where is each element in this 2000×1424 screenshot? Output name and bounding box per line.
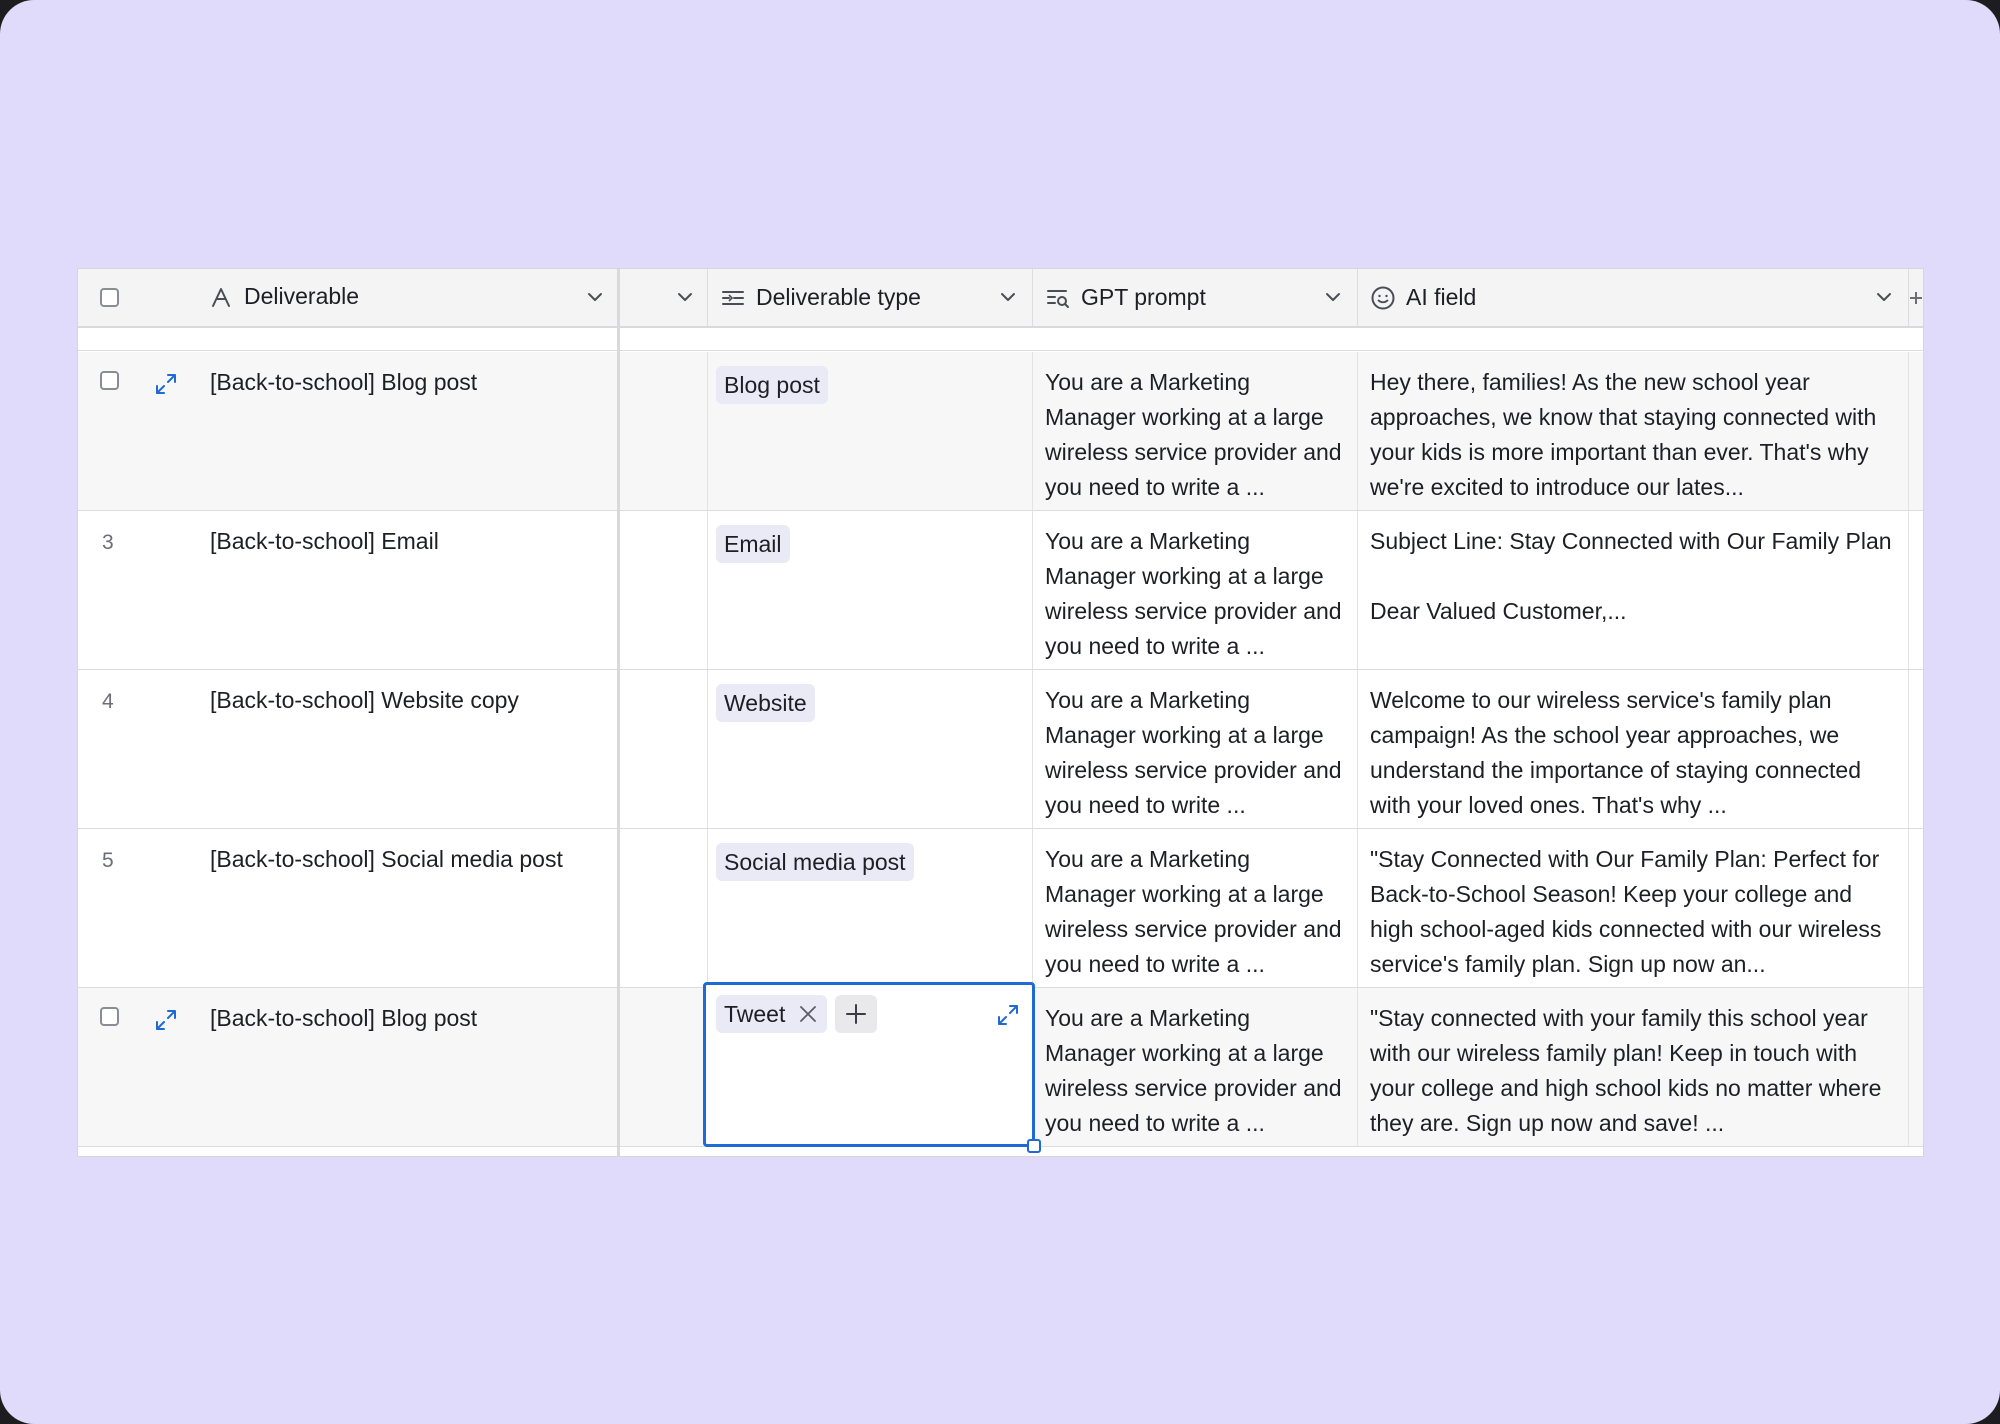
deliverable-text: [Back-to-school] Blog post (210, 369, 478, 395)
tweet-pill-label: Tweet (724, 1000, 786, 1027)
header-ai-field[interactable]: AI field (1358, 269, 1909, 326)
gpt-prompt-cell[interactable]: You are a Marketing Manager working at a… (1033, 511, 1358, 669)
gpt-prompt-cell[interactable]: You are a Marketing Manager working at a… (1033, 829, 1358, 987)
deliverable-type-cell[interactable]: Social media post (708, 829, 1033, 987)
table-row[interactable]: 5 [Back-to-school] Social media post Soc… (78, 829, 1923, 988)
deliverable-cell[interactable]: [Back-to-school] Blog post (78, 988, 617, 1146)
ai-field-text: "Stay Connected with Our Family Plan: Pe… (1370, 846, 1888, 977)
header-deliverable-type[interactable]: Deliverable type (708, 269, 1033, 326)
ai-field-text: Hey there, families! As the new school y… (1370, 369, 1883, 500)
expand-record-icon[interactable] (154, 372, 178, 396)
header-hidden-column[interactable] (620, 269, 708, 326)
type-pill: Email (716, 525, 790, 563)
grid-header: Deliverable Deliverable type GPT prompt … (78, 269, 1923, 328)
header-deliverable-type-label: Deliverable type (756, 284, 921, 310)
data-grid: Deliverable Deliverable type GPT prompt … (77, 268, 1924, 1157)
gpt-prompt-text: You are a Marketing Manager working at a… (1045, 528, 1348, 659)
deliverable-type-cell[interactable]: Blog post (708, 352, 1033, 510)
multi-select-icon (720, 285, 746, 311)
ai-field-cell[interactable]: Welcome to our wireless service's family… (1358, 670, 1909, 828)
plus-icon (1909, 291, 1923, 305)
chevron-down-icon[interactable] (675, 287, 695, 307)
header-deliverable[interactable]: Deliverable (78, 269, 617, 326)
row-number: 4 (102, 690, 114, 713)
gpt-prompt-cell[interactable]: You are a Marketing Manager working at a… (1033, 352, 1358, 510)
ai-field-cell[interactable]: "Stay connected with your family this sc… (1358, 988, 1909, 1146)
row-number: 3 (102, 531, 114, 554)
add-field-cell (1909, 988, 1923, 1146)
hidden-column-cell[interactable] (620, 829, 708, 987)
ai-sparkle-icon (1370, 285, 1396, 311)
hidden-column-cell[interactable] (620, 670, 708, 828)
deliverable-type-cell[interactable]: Email (708, 511, 1033, 669)
header-gpt-prompt-label: GPT prompt (1081, 284, 1206, 310)
gpt-prompt-text: You are a Marketing Manager working at a… (1045, 846, 1348, 977)
deliverable-text: [Back-to-school] Blog post (210, 1005, 478, 1031)
fill-handle[interactable] (1027, 1139, 1041, 1153)
select-all-checkbox[interactable] (100, 288, 119, 307)
gpt-prompt-cell[interactable]: You are a Marketing Manager working at a… (1033, 988, 1358, 1146)
chevron-down-icon[interactable] (1874, 287, 1894, 307)
add-field-cell (1909, 670, 1923, 828)
backdrop: Deliverable Deliverable type GPT prompt … (0, 0, 2000, 1424)
remove-option-icon[interactable] (797, 1003, 819, 1025)
row-checkbox[interactable] (100, 371, 119, 390)
header-gpt-prompt[interactable]: GPT prompt (1033, 269, 1358, 326)
gpt-prompt-text: You are a Marketing Manager working at a… (1045, 1005, 1348, 1136)
row-number: 5 (102, 849, 114, 872)
frozen-column-divider (617, 269, 620, 1156)
hidden-column-cell[interactable] (620, 988, 708, 1146)
chevron-down-icon[interactable] (585, 287, 605, 307)
deliverable-cell[interactable]: 3 [Back-to-school] Email (78, 511, 617, 669)
header-deliverable-label: Deliverable (244, 283, 360, 309)
long-text-search-icon (1045, 285, 1071, 311)
deliverable-cell[interactable]: 5 [Back-to-school] Social media post (78, 829, 617, 987)
gpt-prompt-text: You are a Marketing Manager working at a… (1045, 369, 1348, 500)
deliverable-type-cell[interactable]: Website (708, 670, 1033, 828)
deliverable-text: [Back-to-school] Social media post (210, 846, 563, 872)
header-ai-field-label: AI field (1406, 284, 1477, 310)
ai-field-cell[interactable]: "Stay Connected with Our Family Plan: Pe… (1358, 829, 1909, 987)
gpt-prompt-cell[interactable]: You are a Marketing Manager working at a… (1033, 670, 1358, 828)
ai-field-cell[interactable]: Hey there, families! As the new school y… (1358, 352, 1909, 510)
scroll-gap-row (78, 328, 1923, 351)
add-option-button[interactable] (835, 995, 878, 1033)
ai-field-text: Welcome to our wireless service's family… (1370, 687, 1868, 818)
ai-field-cell[interactable]: Subject Line: Stay Connected with Our Fa… (1358, 511, 1909, 669)
table-row[interactable]: 4 [Back-to-school] Website copy Website … (78, 670, 1923, 829)
gpt-prompt-text: You are a Marketing Manager working at a… (1045, 687, 1348, 818)
row-checkbox[interactable] (100, 1007, 119, 1026)
add-field-cell (1909, 352, 1923, 510)
chevron-down-icon[interactable] (998, 287, 1018, 307)
type-pill: Website (716, 684, 815, 722)
add-field-cell (1909, 511, 1923, 669)
add-field-cell (1909, 829, 1923, 987)
text-field-icon (209, 285, 235, 311)
table-row[interactable]: [Back-to-school] Blog post Blog post You… (78, 352, 1923, 511)
ai-field-text: "Stay connected with your family this sc… (1370, 1005, 1888, 1136)
expand-record-icon[interactable] (154, 1008, 178, 1032)
plus-icon (846, 1004, 867, 1024)
add-field-button[interactable] (1909, 269, 1923, 326)
deliverable-text: [Back-to-school] Website copy (210, 687, 519, 713)
deliverable-cell[interactable]: 4 [Back-to-school] Website copy (78, 670, 617, 828)
type-pill: Social media post (716, 843, 914, 881)
deliverable-cell[interactable]: [Back-to-school] Blog post (78, 352, 617, 510)
deliverable-text: [Back-to-school] Email (210, 528, 439, 554)
expand-cell-icon[interactable] (996, 1003, 1020, 1027)
chevron-down-icon[interactable] (1323, 287, 1343, 307)
tweet-pill[interactable]: Tweet (716, 995, 828, 1033)
selected-deliverable-type-cell[interactable]: Tweet (703, 982, 1041, 1153)
hidden-column-cell[interactable] (620, 511, 708, 669)
table-row[interactable]: 3 [Back-to-school] Email Email You are a… (78, 511, 1923, 670)
hidden-column-cell[interactable] (620, 352, 708, 510)
ai-field-text: Subject Line: Stay Connected with Our Fa… (1370, 528, 1892, 624)
type-pill: Blog post (716, 366, 828, 404)
